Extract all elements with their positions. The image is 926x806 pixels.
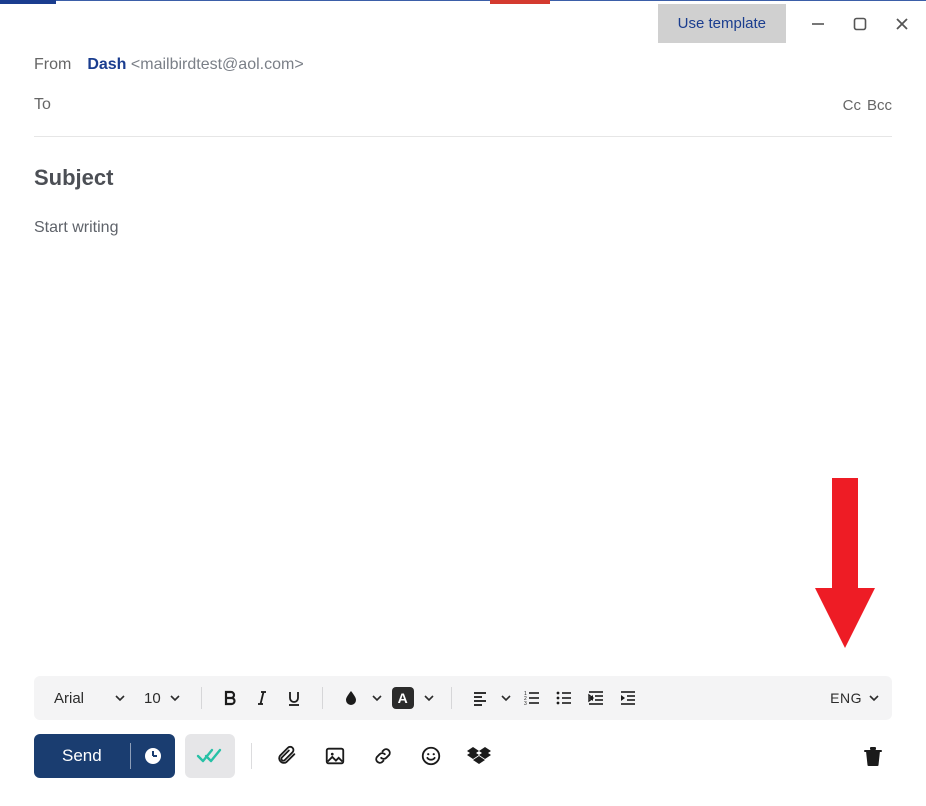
italic-button[interactable] (248, 684, 276, 712)
separator (201, 687, 202, 709)
to-input[interactable] (67, 96, 843, 114)
link-icon (372, 745, 394, 767)
font-color-button[interactable] (337, 684, 365, 712)
clock-icon (143, 746, 163, 766)
window-controls (808, 14, 912, 34)
send-label: Send (34, 746, 130, 766)
bcc-button[interactable]: Bcc (867, 97, 892, 114)
highlight-dropdown[interactable] (421, 684, 437, 712)
formatting-toolbar: Arial 10 A (34, 676, 892, 720)
maximize-button[interactable] (850, 14, 870, 34)
ordered-list-button[interactable]: 1 2 3 (518, 684, 546, 712)
chevron-down-icon (868, 692, 880, 704)
outdent-button[interactable] (582, 684, 610, 712)
insert-link-button[interactable] (364, 737, 402, 775)
font-size-value: 10 (144, 690, 161, 707)
bottom-toolbar: Send (0, 734, 926, 806)
schedule-send-button[interactable] (131, 746, 175, 766)
underline-button[interactable] (280, 684, 308, 712)
window-top-accent (0, 0, 926, 4)
chevron-down-icon (500, 692, 512, 704)
emoji-button[interactable] (412, 737, 450, 775)
paperclip-icon (276, 745, 298, 767)
align-dropdown[interactable] (498, 684, 514, 712)
language-select[interactable]: ENG (830, 690, 880, 706)
from-label: From (34, 56, 71, 74)
header-fields: From Dash <mailbirdtest@aol.com> To Cc B… (0, 44, 926, 191)
italic-icon (253, 689, 271, 707)
chevron-down-icon (371, 692, 383, 704)
separator (451, 687, 452, 709)
unordered-list-icon (555, 689, 573, 707)
insert-image-button[interactable] (316, 737, 354, 775)
dropbox-button[interactable] (460, 737, 498, 775)
maximize-icon (852, 16, 868, 32)
indent-button[interactable] (614, 684, 642, 712)
ordered-list-icon: 1 2 3 (523, 689, 541, 707)
svg-text:3: 3 (524, 701, 527, 707)
bold-icon (221, 689, 239, 707)
attach-file-button[interactable] (268, 737, 306, 775)
font-color-dropdown[interactable] (369, 684, 385, 712)
font-family-value: Arial (54, 690, 84, 707)
separator (322, 687, 323, 709)
smiley-icon (420, 745, 442, 767)
window-titlebar: Use template (0, 4, 926, 44)
compose-window: Use template From Dash <mailbirdtest@aol… (0, 0, 926, 806)
chevron-down-icon (423, 692, 435, 704)
read-receipt-button[interactable] (185, 734, 235, 778)
outdent-icon (587, 689, 605, 707)
send-button[interactable]: Send (34, 734, 175, 778)
use-template-button[interactable]: Use template (658, 4, 786, 43)
unordered-list-button[interactable] (550, 684, 578, 712)
from-name: Dash (87, 56, 126, 73)
discard-button[interactable] (854, 737, 892, 775)
close-button[interactable] (892, 14, 912, 34)
trash-icon (863, 745, 883, 767)
subject-row (34, 165, 892, 191)
from-value: Dash <mailbirdtest@aol.com> (87, 56, 303, 74)
cc-button[interactable]: Cc (843, 97, 861, 114)
underline-icon (285, 689, 303, 707)
highlight-icon: A (392, 687, 414, 709)
subject-input[interactable] (34, 165, 892, 191)
language-value: ENG (830, 690, 862, 706)
indent-icon (619, 689, 637, 707)
chevron-down-icon (169, 692, 181, 704)
image-icon (324, 745, 346, 767)
droplet-icon (342, 689, 360, 707)
to-row: To Cc Bcc (34, 96, 892, 137)
minimize-button[interactable] (808, 14, 828, 34)
to-label: To (34, 96, 51, 114)
separator (251, 743, 252, 769)
align-button[interactable] (466, 684, 494, 712)
double-check-icon (196, 746, 224, 766)
chevron-down-icon (114, 692, 126, 704)
dropbox-icon (467, 745, 491, 767)
from-email: <mailbirdtest@aol.com> (131, 56, 304, 73)
highlight-button[interactable]: A (389, 684, 417, 712)
minimize-icon (810, 16, 826, 32)
body-textarea[interactable] (34, 219, 892, 676)
from-row[interactable]: From Dash <mailbirdtest@aol.com> (34, 56, 892, 74)
cc-bcc-controls: Cc Bcc (843, 97, 892, 114)
bold-button[interactable] (216, 684, 244, 712)
font-family-select[interactable]: Arial (46, 690, 134, 707)
font-size-select[interactable]: 10 (138, 690, 187, 707)
body-area (0, 219, 926, 676)
close-icon (894, 16, 910, 32)
align-left-icon (471, 689, 489, 707)
